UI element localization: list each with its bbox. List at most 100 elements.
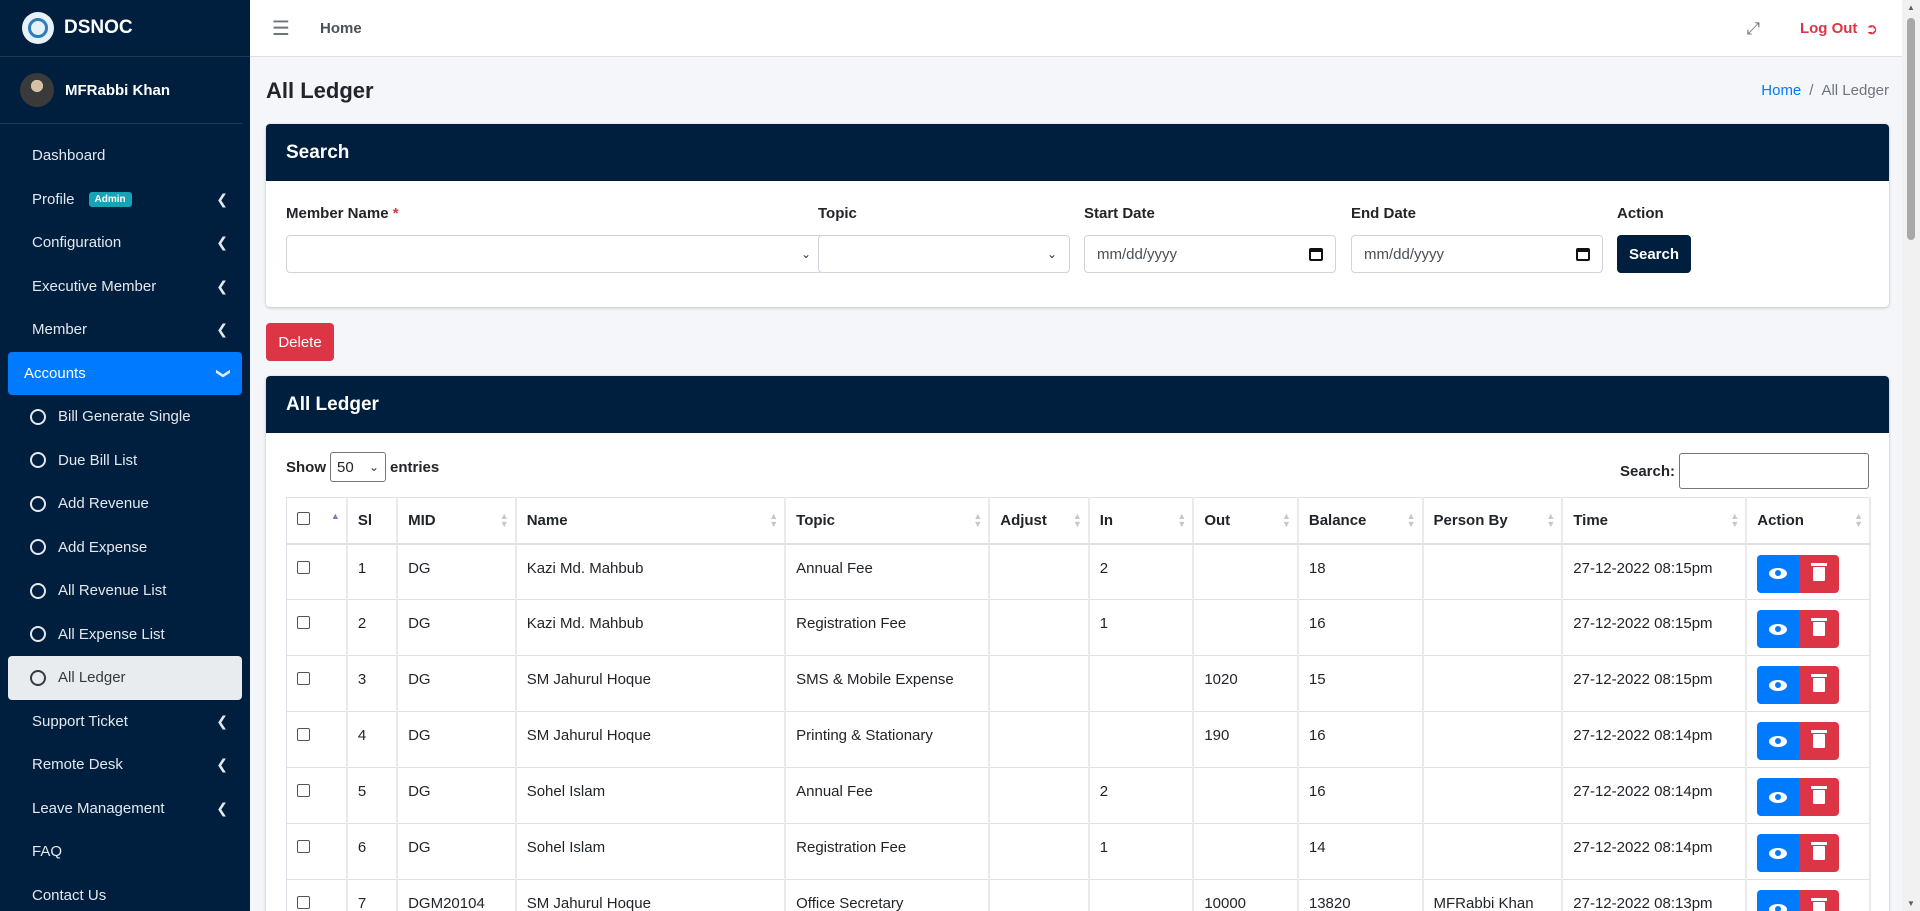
breadcrumb-home-link[interactable]: Home	[1761, 82, 1801, 99]
cell-time: 27-12-2022 08:15pm	[1561, 543, 1748, 600]
sidebar-item-all-ledger[interactable]: All Ledger	[8, 656, 242, 700]
cell-out: 190	[1192, 711, 1299, 768]
col-person-by[interactable]: Person By ▲ ▼	[1422, 497, 1564, 545]
select-all-header[interactable]: ▲	[285, 497, 348, 545]
col-mid[interactable]: MID ▲ ▼	[396, 497, 517, 545]
sidebar-item-executive-member[interactable]: Executive Member ❮	[8, 265, 242, 309]
row-select-cell	[285, 711, 348, 768]
delete-row-button[interactable]	[1799, 554, 1840, 593]
sort-icon: ▲ ▼	[1730, 511, 1740, 529]
chevron-left-icon: ❮	[216, 190, 228, 207]
delete-button[interactable]: Delete	[266, 323, 334, 361]
table-search-input[interactable]	[1679, 453, 1869, 489]
delete-row-button[interactable]	[1799, 834, 1840, 872]
cell-out	[1192, 823, 1299, 880]
col-topic[interactable]: Topic ▲ ▼	[784, 497, 991, 545]
sidebar-item-remote-desk[interactable]: Remote Desk ❮	[8, 743, 242, 787]
view-button[interactable]	[1757, 610, 1800, 648]
col-in[interactable]: In ▲ ▼	[1088, 497, 1195, 545]
breadcrumb: Home / All Ledger	[1761, 82, 1889, 99]
entries-label: entries	[390, 458, 440, 476]
sign-out-icon: ➲	[1865, 20, 1878, 38]
cell-in	[1088, 711, 1195, 768]
sidebar-item-leave-management[interactable]: Leave Management ❮	[8, 787, 242, 831]
row-checkbox[interactable]	[297, 840, 310, 853]
cell-topic: Registration Fee	[784, 823, 991, 880]
row-checkbox[interactable]	[297, 896, 310, 909]
sidebar-item-configuration[interactable]: Configuration ❮	[8, 221, 242, 265]
sidebar-item-add-expense[interactable]: Add Expense	[8, 526, 242, 570]
calendar-icon[interactable]	[1309, 247, 1323, 261]
col-balance[interactable]: Balance ▲ ▼	[1297, 497, 1424, 545]
col-sl[interactable]: Sl	[346, 497, 399, 545]
sidebar-item-profile[interactable]: Profile Admin ❮	[8, 178, 242, 222]
scroll-down-arrow-icon[interactable]: ▼	[1906, 899, 1916, 908]
hamburger-menu-icon[interactable]: ☰	[272, 16, 292, 41]
user-panel[interactable]: MFRabbi Khan	[0, 57, 242, 124]
cell-in: 2	[1088, 543, 1195, 600]
cell-person	[1422, 599, 1564, 656]
sidebar-item-all-expense-list[interactable]: All Expense List	[8, 613, 242, 657]
row-checkbox[interactable]	[297, 616, 310, 629]
view-button[interactable]	[1757, 666, 1800, 704]
delete-row-button[interactable]	[1799, 890, 1840, 911]
select-all-checkbox[interactable]	[297, 511, 310, 525]
view-button[interactable]	[1757, 722, 1800, 760]
search-button[interactable]: Search	[1617, 235, 1691, 273]
delete-row-button[interactable]	[1799, 666, 1840, 704]
sidebar-item-bill-generate-single[interactable]: Bill Generate Single	[8, 395, 242, 439]
view-button[interactable]	[1757, 554, 1800, 593]
col-out-label: Out	[1204, 511, 1231, 529]
fullscreen-icon[interactable]: ⤢	[1746, 19, 1760, 39]
cell-sl: 3	[346, 655, 399, 712]
member-name-select[interactable]: ⌄	[286, 235, 824, 273]
topic-label: Topic	[818, 205, 857, 222]
delete-row-button[interactable]	[1799, 722, 1840, 760]
view-button[interactable]	[1757, 778, 1800, 816]
cell-name: Kazi Md. Mahbub	[515, 599, 787, 656]
logout-button[interactable]: Log Out ➲	[1800, 20, 1878, 38]
view-button[interactable]	[1757, 834, 1800, 872]
sidebar-item-faq[interactable]: FAQ	[8, 830, 242, 874]
sidebar-item-label: Bill Generate Single	[58, 408, 191, 426]
view-button[interactable]	[1757, 890, 1800, 911]
entries-length-select[interactable]: 50 ⌄	[330, 452, 386, 482]
sidebar-item-contact-us[interactable]: Contact Us	[8, 874, 242, 911]
delete-row-button[interactable]	[1799, 610, 1840, 648]
calendar-icon[interactable]	[1576, 247, 1590, 261]
start-date-input[interactable]: mm/dd/yyyy	[1084, 235, 1336, 273]
search-card: Search Member Name * ⌄ Topic ⌄ Start Dat…	[266, 124, 1889, 307]
cell-topic: Annual Fee	[784, 543, 991, 600]
sidebar-item-add-revenue[interactable]: Add Revenue	[8, 482, 242, 526]
sidebar-item-due-bill-list[interactable]: Due Bill List	[8, 439, 242, 483]
row-checkbox[interactable]	[297, 728, 310, 741]
sidebar-item-dashboard[interactable]: Dashboard	[8, 134, 242, 178]
cell-sl: 6	[346, 823, 399, 880]
row-select-cell	[285, 599, 348, 656]
sidebar-item-member[interactable]: Member ❮	[8, 308, 242, 352]
cell-balance: 16	[1297, 767, 1424, 824]
top-home-link[interactable]: Home	[320, 20, 362, 37]
brand[interactable]: DSNOC	[0, 0, 250, 57]
end-date-input[interactable]: mm/dd/yyyy	[1351, 235, 1603, 273]
col-time[interactable]: Time ▲ ▼	[1561, 497, 1748, 545]
col-action: Action ▲ ▼	[1745, 497, 1871, 545]
row-checkbox[interactable]	[297, 672, 310, 685]
scroll-up-arrow-icon[interactable]: ▲	[1906, 3, 1916, 12]
row-checkbox[interactable]	[297, 560, 310, 574]
page-scrollbar[interactable]: ▲ ▼	[1902, 0, 1920, 911]
row-actions	[1757, 834, 1869, 872]
delete-row-button[interactable]	[1799, 778, 1840, 816]
sidebar-item-all-revenue-list[interactable]: All Revenue List	[8, 569, 242, 613]
col-out[interactable]: Out ▲ ▼	[1192, 497, 1299, 545]
eye-icon	[1769, 791, 1788, 803]
sidebar-item-accounts[interactable]: Accounts ❮	[8, 351, 242, 395]
topic-select[interactable]: ⌄	[818, 235, 1070, 273]
cell-balance: 16	[1297, 711, 1424, 768]
col-adjust[interactable]: Adjust ▲ ▼	[988, 497, 1090, 545]
cell-time: 27-12-2022 08:15pm	[1561, 599, 1748, 656]
col-name[interactable]: Name ▲ ▼	[515, 497, 787, 545]
row-checkbox[interactable]	[297, 784, 310, 797]
sidebar-item-support-ticket[interactable]: Support Ticket ❮	[8, 700, 242, 744]
scroll-thumb[interactable]	[1907, 18, 1915, 240]
